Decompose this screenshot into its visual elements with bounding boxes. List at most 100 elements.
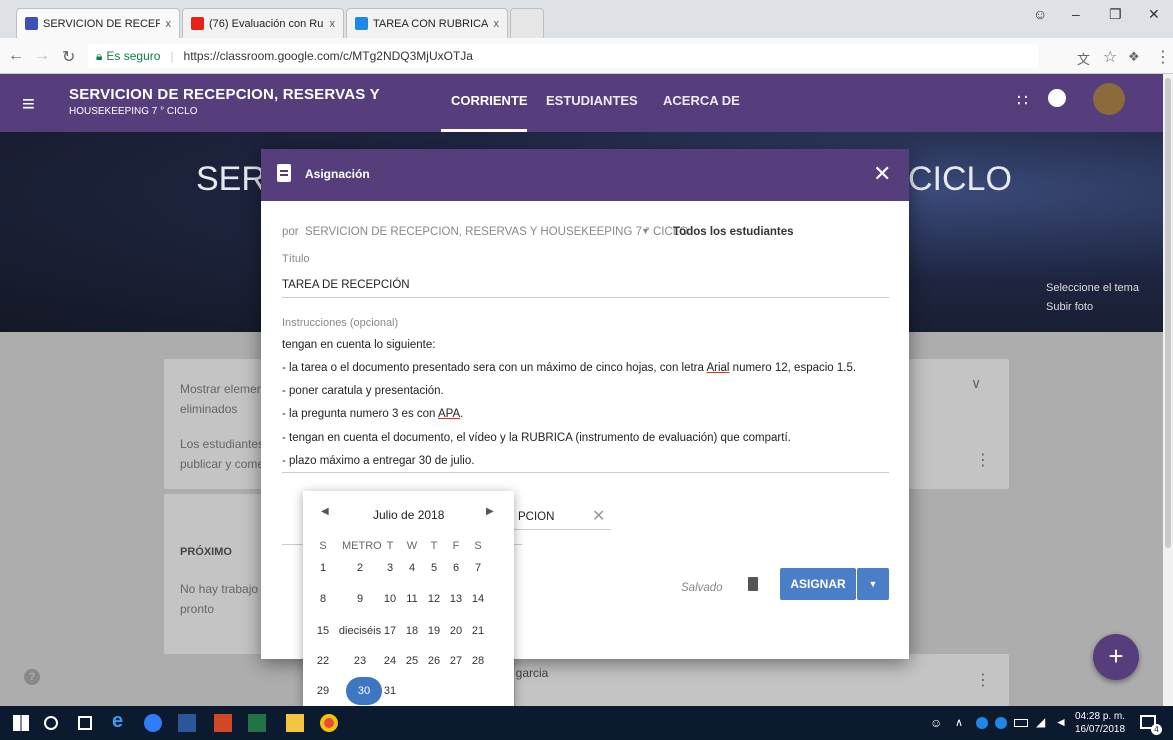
close-dialog-icon[interactable]: ✕ [873,161,891,187]
calendar-day[interactable]: 1 [312,562,334,574]
upcoming-heading: PRÓXIMO [180,546,232,558]
chrome-icon[interactable] [320,714,338,732]
search-icon[interactable] [44,716,58,730]
title-input[interactable]: TAREA DE RECEPCIÓN [282,279,410,291]
expand-chevron-icon[interactable]: ∨ [971,375,981,392]
reload-icon[interactable]: ↻ [62,47,75,67]
bluetooth-icon[interactable] [976,717,988,729]
task-view-icon[interactable] [78,716,92,730]
close-window-icon[interactable]: ✕ [1148,6,1160,23]
clear-topic-icon[interactable]: ✕ [592,506,605,526]
weekday-label: T [386,540,394,552]
calendar-day[interactable]: 30 [346,677,382,705]
browser-tab-drive[interactable]: TAREA CON RUBRICAS - x [346,8,508,38]
post-menu-icon-2[interactable]: ⋮ [975,670,991,690]
tab-title: TAREA CON RUBRICAS - [373,17,488,30]
windows-start-icon[interactable] [13,715,29,731]
assignment-icon [277,164,291,182]
people-icon[interactable]: ☺ [930,716,942,730]
calendar-day[interactable]: 12 [423,593,445,605]
audience-select[interactable]: Todos los estudiantes [673,226,794,238]
battery-icon[interactable] [1014,719,1028,727]
calendar-day[interactable]: 8 [312,593,334,605]
calendar-day[interactable]: 4 [401,562,423,574]
calendar-day[interactable]: 7 [467,562,489,574]
calendar-day[interactable]: 18 [401,625,423,637]
scrollbar-thumb[interactable] [1165,78,1171,548]
powerpoint-icon[interactable] [214,714,232,732]
browser-menu-icon[interactable]: ⋮ [1155,47,1171,67]
calendar-day[interactable]: 26 [423,655,445,667]
tab-close-icon[interactable]: x [494,18,500,30]
calendar-day[interactable]: 2 [342,562,378,574]
calendar-day[interactable]: 9 [342,593,378,605]
prev-month-icon[interactable]: ◀ [321,506,329,517]
excel-icon[interactable] [248,714,266,732]
calendar-day[interactable]: 23 [342,655,378,667]
topic-input[interactable]: PCION [518,511,554,523]
restore-icon[interactable]: ❐ [1109,6,1122,23]
calendar-day[interactable]: 17 [379,625,401,637]
calendar-day[interactable]: 10 [379,593,401,605]
calendar-day[interactable]: dieciséis [336,625,384,637]
course-select[interactable]: SERVICION DE RECEPCION, RESERVAS Y HOUSE… [305,226,688,238]
calendar-day[interactable]: 22 [312,655,334,667]
calendar-day[interactable]: 29 [312,685,334,697]
calendar-day[interactable]: 27 [445,655,467,667]
next-month-icon[interactable]: ▶ [486,506,494,517]
calendar-day[interactable]: 5 [423,562,445,574]
browser-tab-classroom[interactable]: SERVICION DE RECEPCIO x [16,8,180,38]
wifi-icon[interactable]: ◢ [1036,715,1045,729]
taskbar-clock[interactable]: 04:28 p. m. 16/07/2018 [1075,710,1125,736]
extension-icon[interactable]: ❖ [1128,49,1140,65]
url-field[interactable]: 🔒︎ Es seguro | https://classroom.google.… [88,44,1038,68]
notifications-icon[interactable] [1048,89,1066,107]
translate-icon[interactable]: 文 [1077,49,1090,68]
upload-photo-link[interactable]: Subir foto [1046,301,1093,313]
edge-icon[interactable]: e [112,710,130,732]
tab-estudiantes[interactable]: ESTUDIANTES [546,93,638,108]
user-avatar[interactable] [1093,83,1125,115]
tab-close-icon[interactable]: x [166,18,172,30]
tab-corriente[interactable]: CORRIENTE [451,93,528,108]
calendar-day[interactable]: 19 [423,625,445,637]
post-menu-icon[interactable]: ⋮ [975,450,991,470]
calendar-day[interactable]: 3 [379,562,401,574]
calendar-day[interactable]: 24 [379,655,401,667]
address-bar: ← → ↻ 🔒︎ Es seguro | https://classroom.g… [0,38,1173,74]
new-tab-button[interactable] [510,8,544,38]
calendar-day[interactable]: 20 [445,625,467,637]
delete-trash-icon[interactable] [748,577,758,591]
course-dropdown-icon[interactable]: ▼ [641,226,650,236]
bookmark-star-icon[interactable]: ☆ [1103,47,1117,67]
calendar-day[interactable]: 15 [312,625,334,637]
minimize-icon[interactable]: – [1072,6,1080,22]
info-icon[interactable] [995,717,1007,729]
profile-icon[interactable]: ☺ [1033,6,1047,22]
calendar-day[interactable]: 25 [401,655,423,667]
tab-close-icon[interactable]: x [330,18,336,30]
calendar-day[interactable]: 31 [379,685,401,697]
select-theme-link[interactable]: Seleccione el tema [1046,282,1139,294]
browser-tab-youtube[interactable]: (76) Evaluación con Rubr x [182,8,344,38]
calendar-day[interactable]: 13 [445,593,467,605]
messenger-icon[interactable] [144,714,162,732]
add-fab-button[interactable]: + [1093,634,1139,680]
calendar-day[interactable]: 28 [467,655,489,667]
tab-acerca-de[interactable]: ACERCA DE [663,93,740,108]
volume-icon[interactable]: ◄ [1055,715,1067,729]
file-explorer-icon[interactable] [286,714,304,732]
word-icon[interactable] [178,714,196,732]
calendar-day[interactable]: 6 [445,562,467,574]
help-icon[interactable]: ? [24,669,40,685]
apps-grid-icon[interactable]: ∷ [1017,91,1028,111]
hamburger-menu-icon[interactable]: ≡ [22,91,35,117]
assign-dropdown-button[interactable]: ▼ [857,568,889,600]
calendar-day[interactable]: 14 [467,593,489,605]
back-icon[interactable]: ← [8,47,24,65]
forward-icon[interactable]: → [34,47,50,65]
assign-button[interactable]: ASIGNAR [780,568,856,600]
calendar-day[interactable]: 21 [467,625,489,637]
calendar-day[interactable]: 11 [401,593,423,605]
show-hidden-icons[interactable]: ∧ [955,716,963,729]
